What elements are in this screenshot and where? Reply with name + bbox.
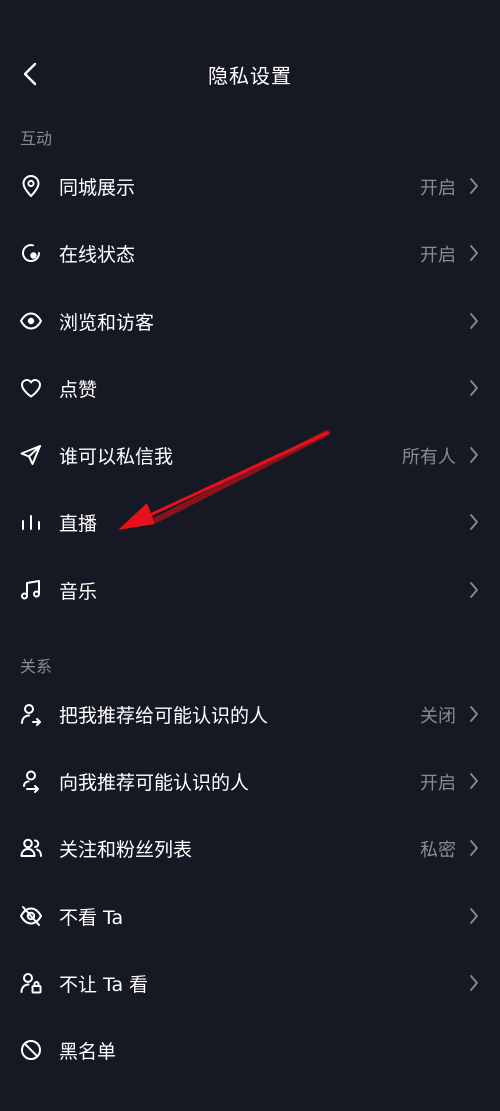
setting-value: 私密 xyxy=(420,840,456,861)
setting-row-hide-their-content[interactable]: 不看 Ta xyxy=(0,883,500,950)
setting-label: 同城展示 xyxy=(59,177,136,199)
setting-label: 把我推荐给可能认识的人 xyxy=(59,705,269,727)
section-label-relationship: 关系 xyxy=(20,657,53,676)
setting-row-live[interactable]: 直播 xyxy=(0,489,500,556)
setting-label: 不让 Ta 看 xyxy=(59,974,149,996)
heart-icon xyxy=(21,379,41,398)
location-pin-icon xyxy=(22,175,40,197)
setting-row-recommend-to-me[interactable]: 向我推荐可能认识的人 开启 xyxy=(0,748,500,815)
setting-label: 直播 xyxy=(59,513,98,535)
setting-label: 关注和粉丝列表 xyxy=(59,839,193,861)
setting-row-blacklist[interactable]: 黑名单 xyxy=(0,1017,500,1084)
setting-label: 不看 Ta xyxy=(59,907,124,929)
setting-value: 关闭 xyxy=(420,706,456,727)
eye-off-icon xyxy=(20,906,42,926)
setting-value: 开启 xyxy=(420,178,456,199)
user-recommend-icon xyxy=(23,770,39,793)
chevron-right-icon xyxy=(470,840,478,856)
chevron-right-icon xyxy=(470,514,478,530)
chevron-right-icon xyxy=(470,447,478,463)
header-bar: 隐私设置 xyxy=(0,40,500,110)
chevron-right-icon xyxy=(470,908,478,924)
users-icon xyxy=(20,838,42,857)
eye-icon xyxy=(20,312,42,330)
setting-row-local-display[interactable]: 同城展示 开启 xyxy=(0,153,500,220)
page-title: 隐私设置 xyxy=(208,64,292,88)
setting-label: 黑名单 xyxy=(59,1041,117,1063)
chevron-right-icon xyxy=(470,706,478,722)
setting-row-likes[interactable]: 点赞 xyxy=(0,355,500,422)
setting-value: 开启 xyxy=(420,245,456,266)
setting-row-follow-fans-list[interactable]: 关注和粉丝列表 私密 xyxy=(0,815,500,882)
setting-label: 在线状态 xyxy=(59,244,136,266)
chevron-right-icon xyxy=(470,313,478,329)
chevron-right-icon xyxy=(470,582,478,598)
setting-label: 谁可以私信我 xyxy=(59,446,174,468)
music-note-icon xyxy=(21,580,40,600)
setting-value: 所有人 xyxy=(402,447,456,468)
setting-row-who-can-message[interactable]: 谁可以私信我 所有人 xyxy=(0,422,500,489)
setting-label: 点赞 xyxy=(59,379,98,401)
setting-label: 向我推荐可能认识的人 xyxy=(59,772,250,794)
user-share-icon xyxy=(21,704,41,726)
setting-label: 浏览和访客 xyxy=(59,312,155,334)
section-label-interaction: 互动 xyxy=(20,129,53,148)
chevron-right-icon xyxy=(470,975,478,991)
setting-row-online-status[interactable]: 在线状态 开启 xyxy=(0,220,500,287)
block-icon xyxy=(21,1040,41,1060)
setting-value: 开启 xyxy=(420,773,456,794)
setting-label: 音乐 xyxy=(59,581,98,603)
live-bars-icon xyxy=(22,515,40,530)
chevron-right-icon xyxy=(470,178,478,194)
chevron-right-icon xyxy=(470,773,478,789)
chevron-right-icon xyxy=(470,380,478,396)
setting-row-music[interactable]: 音乐 xyxy=(0,557,500,624)
send-icon xyxy=(20,445,41,465)
setting-row-recommend-me[interactable]: 把我推荐给可能认识的人 关闭 xyxy=(0,681,500,748)
user-lock-icon xyxy=(20,973,42,994)
setting-row-hide-my-content[interactable]: 不让 Ta 看 xyxy=(0,950,500,1017)
online-status-icon xyxy=(22,244,41,262)
setting-row-views-visitors[interactable]: 浏览和访客 xyxy=(0,288,500,355)
chevron-right-icon xyxy=(470,245,478,261)
